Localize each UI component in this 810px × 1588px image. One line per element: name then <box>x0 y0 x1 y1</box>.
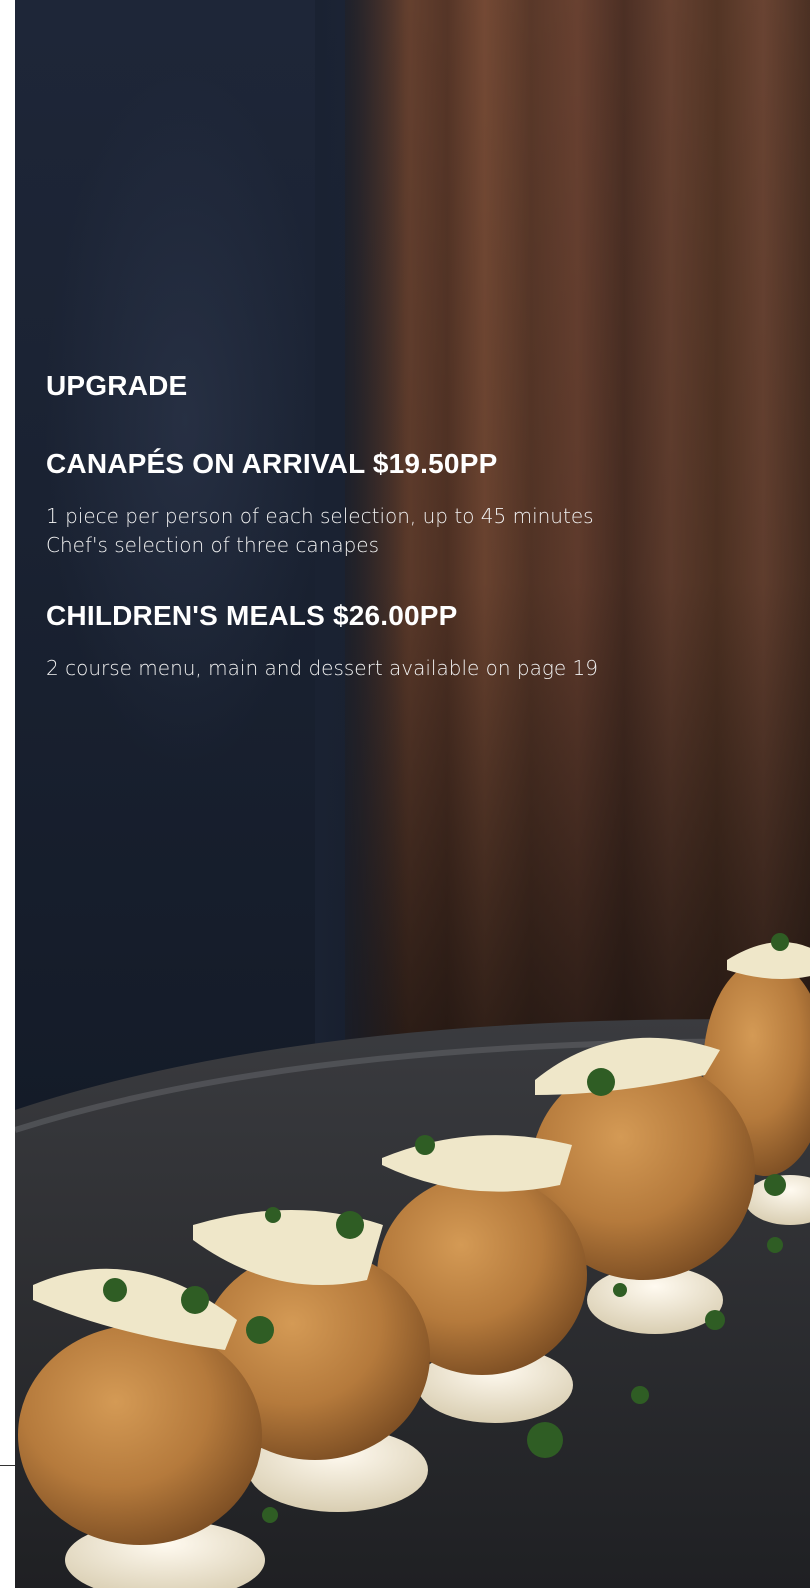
upgrade-content: UPGRADE CANAPÉS ON ARRIVAL $19.50PP 1 pi… <box>46 362 686 715</box>
food-photo <box>15 933 810 1588</box>
canapes-description: 1 piece per person of each selection, up… <box>46 502 686 560</box>
childrens-meals-description: 2 course menu, main and dessert availabl… <box>46 654 686 683</box>
childrens-meals-line-1: 2 course menu, main and dessert availabl… <box>46 656 598 680</box>
canapes-heading: CANAPÉS ON ARRIVAL $19.50PP <box>46 448 498 479</box>
page-edge-mark <box>0 1465 15 1466</box>
childrens-meals-heading: CHILDREN'S MEALS $26.00PP <box>46 600 458 631</box>
menu-page: UPGRADE CANAPÉS ON ARRIVAL $19.50PP 1 pi… <box>15 0 810 1588</box>
canapes-line-1: 1 piece per person of each selection, up… <box>46 504 594 528</box>
upgrade-heading: UPGRADE <box>46 370 188 401</box>
canapes-line-2: Chef's selection of three canapes <box>46 533 380 557</box>
